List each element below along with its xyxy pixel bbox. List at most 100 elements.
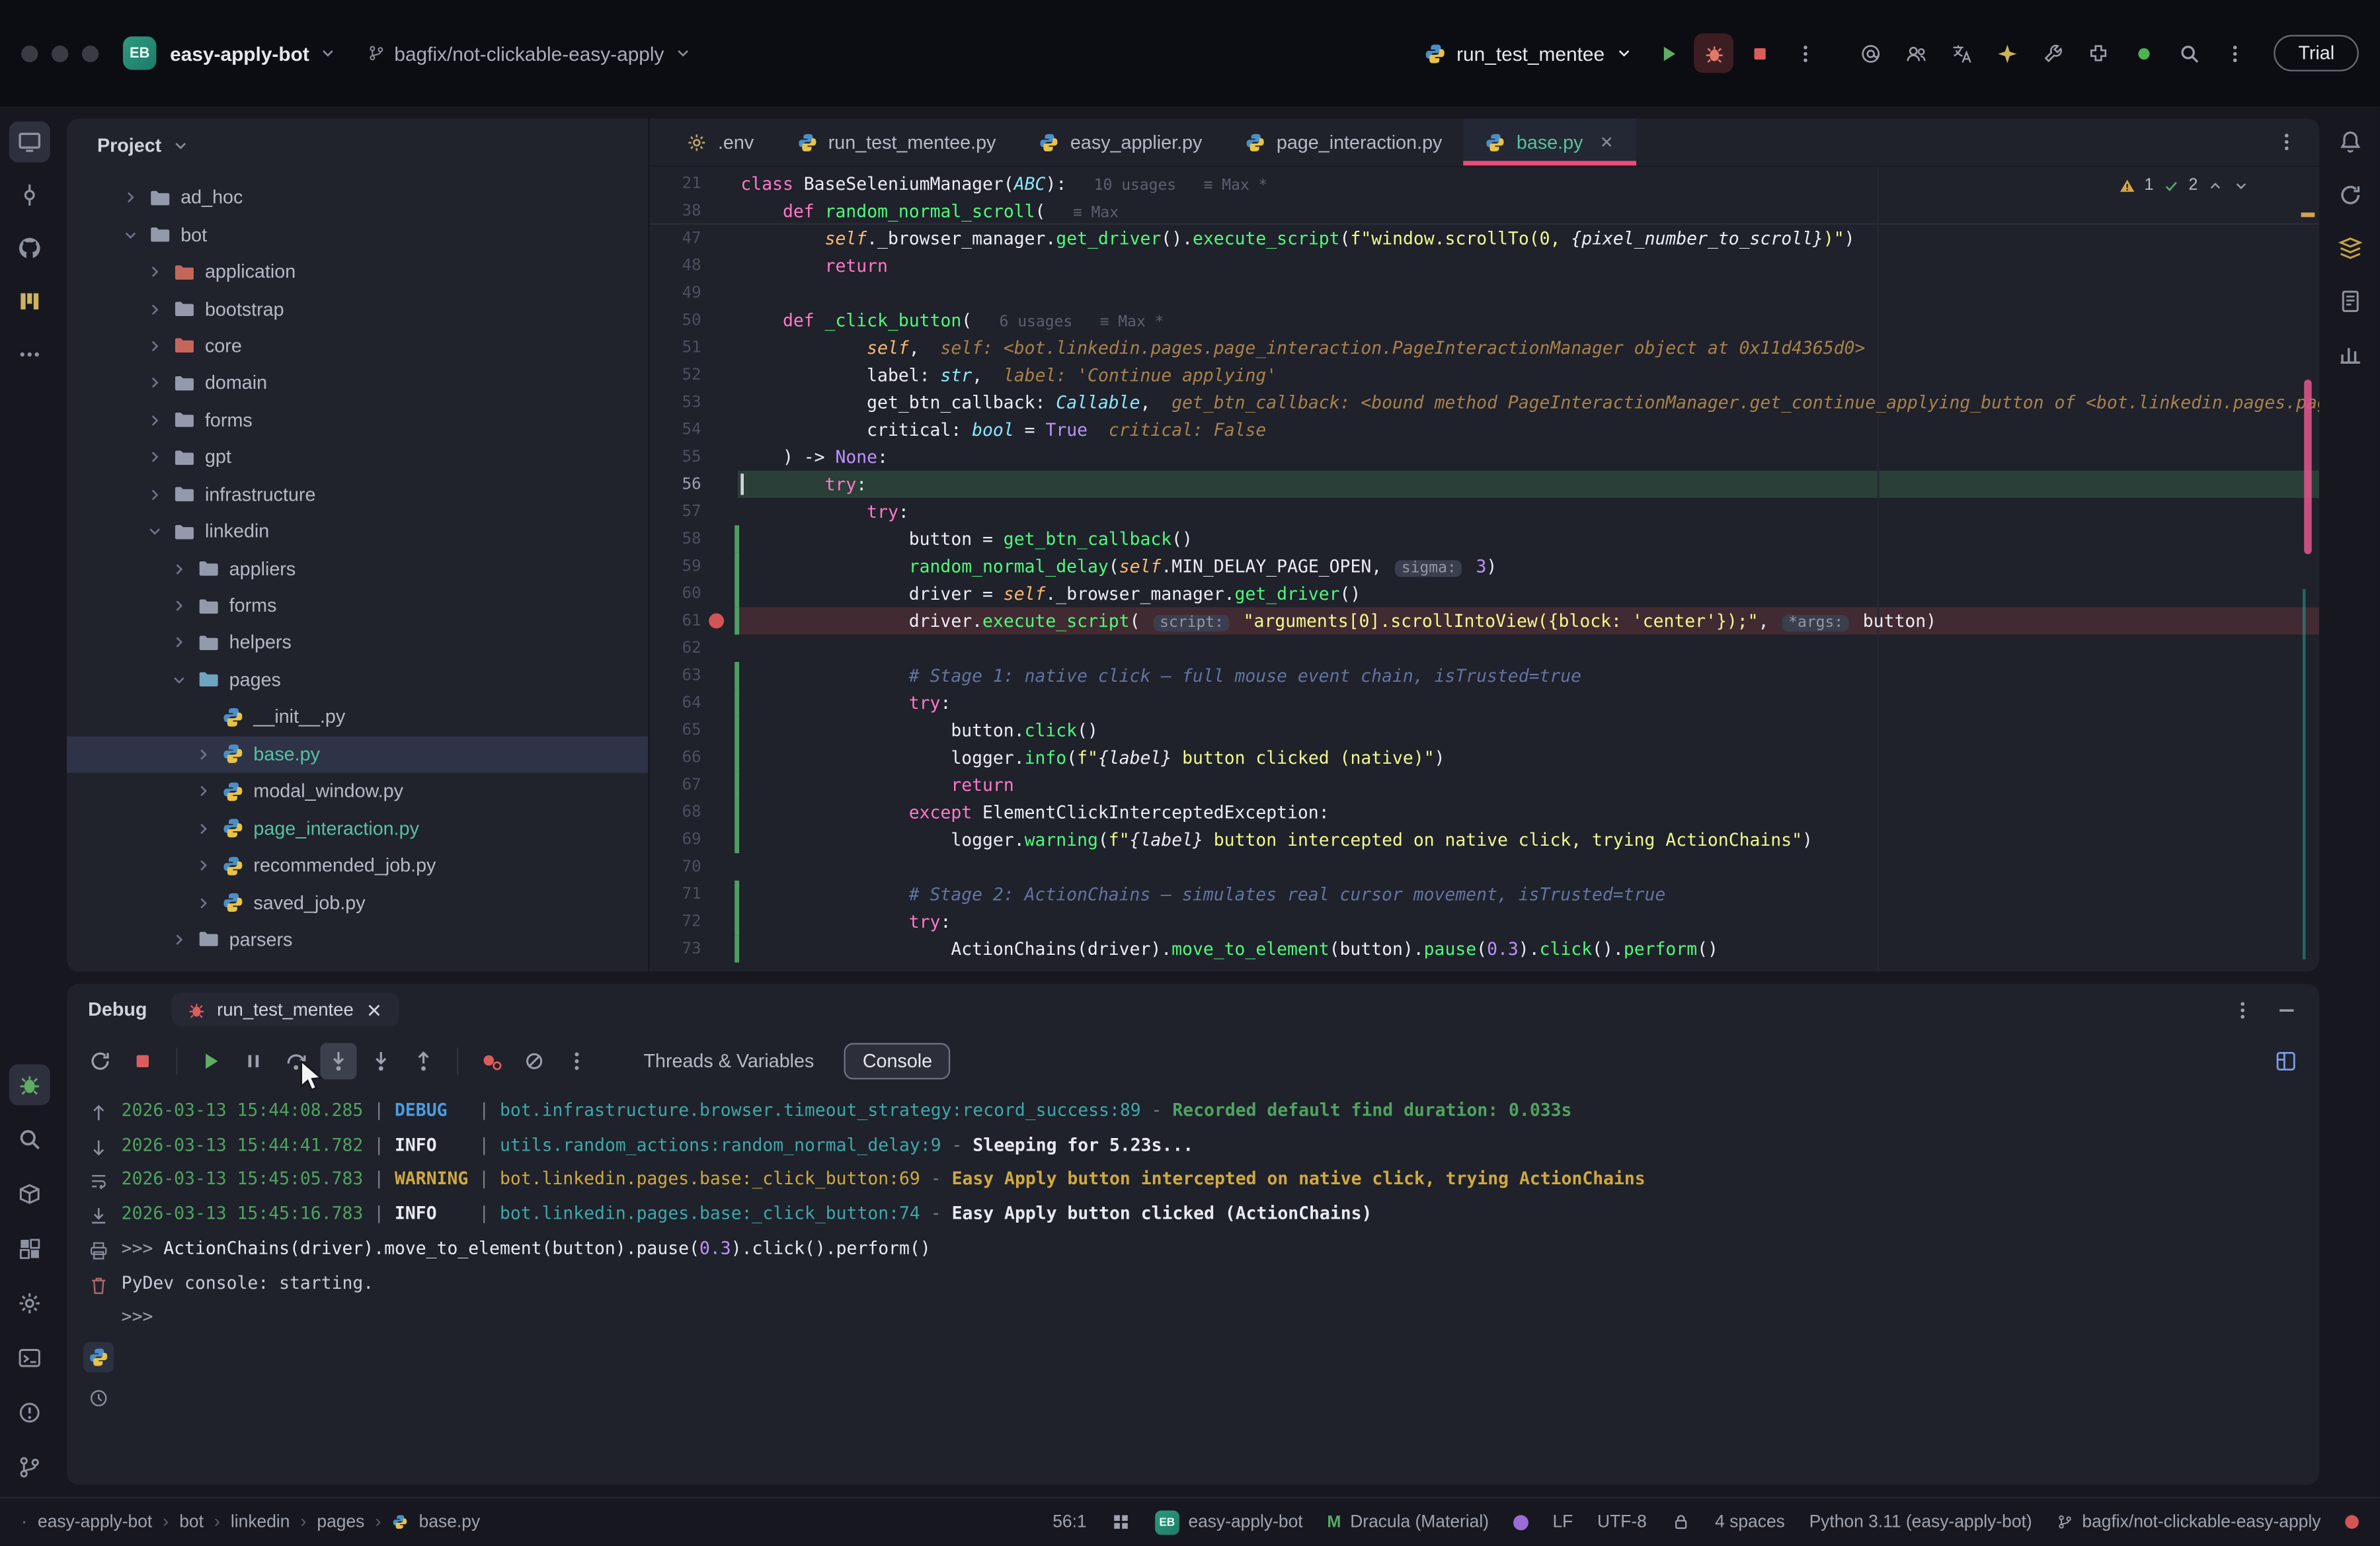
debug-button[interactable] [1694,34,1734,73]
line-number[interactable]: 57 [650,498,701,525]
tree-item-saved_job.py[interactable]: saved_job.py [67,884,648,921]
terminal-tool-icon[interactable] [9,1338,50,1379]
code-line-21[interactable]: 21class BaseSeleniumManager(ABC): 10 usa… [650,170,2319,197]
line-number[interactable]: 56 [650,471,701,498]
grid-icon[interactable] [1111,1512,1130,1532]
code-line-64[interactable]: 64 try: [650,689,2319,716]
breadcrumb-item[interactable]: bot [179,1513,204,1531]
tree-item-core[interactable]: core [67,327,648,364]
encoding[interactable]: UTF-8 [1597,1513,1647,1531]
line-number[interactable]: 54 [650,416,701,443]
line-number[interactable]: 49 [650,279,701,306]
clear-console-button[interactable] [83,1270,114,1301]
code-line-47[interactable]: 47 self._browser_manager.get_driver().ex… [650,225,2319,252]
tree-item-application[interactable]: application [67,253,648,290]
console-output[interactable]: 2026-03-13 15:44:08.285 | DEBUG | bot.in… [122,1093,2305,1485]
trial-button[interactable]: Trial [2274,35,2359,71]
git-tool-icon[interactable] [9,1447,50,1488]
tree-item-__init__.py[interactable]: __init__.py [67,698,648,735]
theme-widget[interactable]: M Dracula (Material) [1327,1513,1489,1531]
project-panel-header[interactable]: Project [67,118,648,173]
code-line-62[interactable]: 62 [650,635,2319,662]
line-number[interactable]: 62 [650,635,701,662]
line-number[interactable]: 66 [650,744,701,771]
breakpoint-icon[interactable] [709,614,724,629]
code-line-52[interactable]: 52 label: str, label: 'Continue applying… [650,361,2319,388]
code-line-56[interactable]: 56 try: [650,471,2319,498]
force-step-into-button[interactable] [363,1043,399,1079]
profiler-icon[interactable] [2329,334,2370,375]
tree-item-forms[interactable]: forms [67,402,648,439]
code-line-61[interactable]: 61 driver.execute_script( script: "argum… [650,607,2319,634]
caret-position[interactable]: 56:1 [1052,1513,1086,1531]
line-number[interactable]: 60 [650,580,701,607]
code-line-51[interactable]: 51 self, self: <bot.linkedin.pages.page_… [650,334,2319,361]
scrollbar-thumb[interactable] [2304,380,2311,554]
search-icon[interactable] [2170,35,2207,71]
line-number[interactable]: 48 [650,252,701,279]
code-line-54[interactable]: 54 critical: bool = True critical: False [650,416,2319,443]
line-separator[interactable]: LF [1552,1513,1573,1531]
line-number[interactable]: 50 [650,307,701,334]
debug-more-button[interactable] [559,1043,595,1079]
branch-menu[interactable]: bagfix/not-clickable-easy-apply [367,42,692,64]
project-widget[interactable]: EB easy-apply-bot [1155,1510,1303,1534]
stop-button[interactable] [1739,34,1779,73]
translate-icon[interactable] [1943,35,1979,71]
code-line-48[interactable]: 48 return [650,252,2319,279]
editor-tab-page_interaction.py[interactable]: page_interaction.py [1224,118,1464,165]
more-tools-icon[interactable] [9,334,50,375]
debug-tool-icon[interactable] [9,1064,50,1105]
line-number[interactable]: 52 [650,361,701,388]
breadcrumb-item[interactable]: linkedin [231,1513,290,1531]
prev-problem-icon[interactable] [2207,177,2223,193]
code-line-70[interactable]: 70 [650,853,2319,880]
window-controls[interactable] [21,45,99,61]
code-line-38[interactable]: 38 def random_normal_scroll( ≡ Max [650,197,2319,224]
line-number[interactable]: 53 [650,389,701,416]
line-number[interactable]: 58 [650,525,701,552]
python-console-icon[interactable] [83,1342,114,1373]
code-line-66[interactable]: 66 logger.info(f"{label} button clicked … [650,744,2319,771]
code-line-50[interactable]: 50 def _click_button( 6 usages ≡ Max * [650,307,2319,334]
line-number[interactable]: 65 [650,717,701,744]
tree-item-recommended_job.py[interactable]: recommended_job.py [67,847,648,884]
code-line-71[interactable]: 71 # Stage 2: ActionChains — simulates r… [650,881,2319,908]
tree-item-linkedin[interactable]: linkedin [67,513,648,550]
line-number[interactable]: 69 [650,826,701,853]
tree-item-appliers[interactable]: appliers [67,550,648,587]
editor-tab-.env[interactable]: .env [665,118,775,165]
tree-item-page_interaction.py[interactable]: page_interaction.py [67,810,648,847]
tree-item-infrastructure[interactable]: infrastructure [67,476,648,513]
users-icon[interactable] [1897,35,1934,71]
print-button[interactable] [83,1235,114,1266]
structure-tool-icon[interactable] [9,281,50,322]
project-tool-icon[interactable] [9,122,50,163]
debug-session-tab[interactable]: run_test_mentee [171,993,399,1027]
rerun-button[interactable] [82,1043,118,1079]
line-number[interactable]: 63 [650,662,701,689]
run-more-button[interactable] [1785,34,1825,73]
code-line-53[interactable]: 53 get_btn_callback: Callable, get_btn_c… [650,389,2319,416]
editor-options-icon[interactable] [2276,130,2298,153]
code-line-68[interactable]: 68 except ElementClickInterceptedExcepti… [650,799,2319,826]
git-branch-widget[interactable]: bagfix/not-clickable-easy-apply [2056,1513,2320,1531]
line-number[interactable]: 51 [650,334,701,361]
code-line-65[interactable]: 65 button.click() [650,717,2319,744]
close-icon[interactable] [364,1000,384,1020]
tree-item-bootstrap[interactable]: bootstrap [67,290,648,327]
code-line-72[interactable]: 72 try: [650,908,2319,935]
breadcrumb-item[interactable]: base.py [419,1513,480,1531]
services-tool-icon[interactable] [9,1228,50,1269]
packages-tool-icon[interactable] [9,1174,50,1215]
resume-button[interactable] [193,1043,229,1079]
tree-item-forms[interactable]: forms [67,587,648,624]
code-line-60[interactable]: 60 driver = self._browser_manager.get_dr… [650,580,2319,607]
line-number[interactable]: 68 [650,799,701,826]
tree-item-base.py[interactable]: base.py [67,736,648,773]
run-button[interactable] [1649,34,1688,73]
debug-view-tab-threads-variables[interactable]: Threads & Variables [625,1043,832,1079]
line-number[interactable]: 67 [650,771,701,798]
plugin-icon[interactable] [2080,35,2116,71]
code-line-49[interactable]: 49 [650,279,2319,306]
